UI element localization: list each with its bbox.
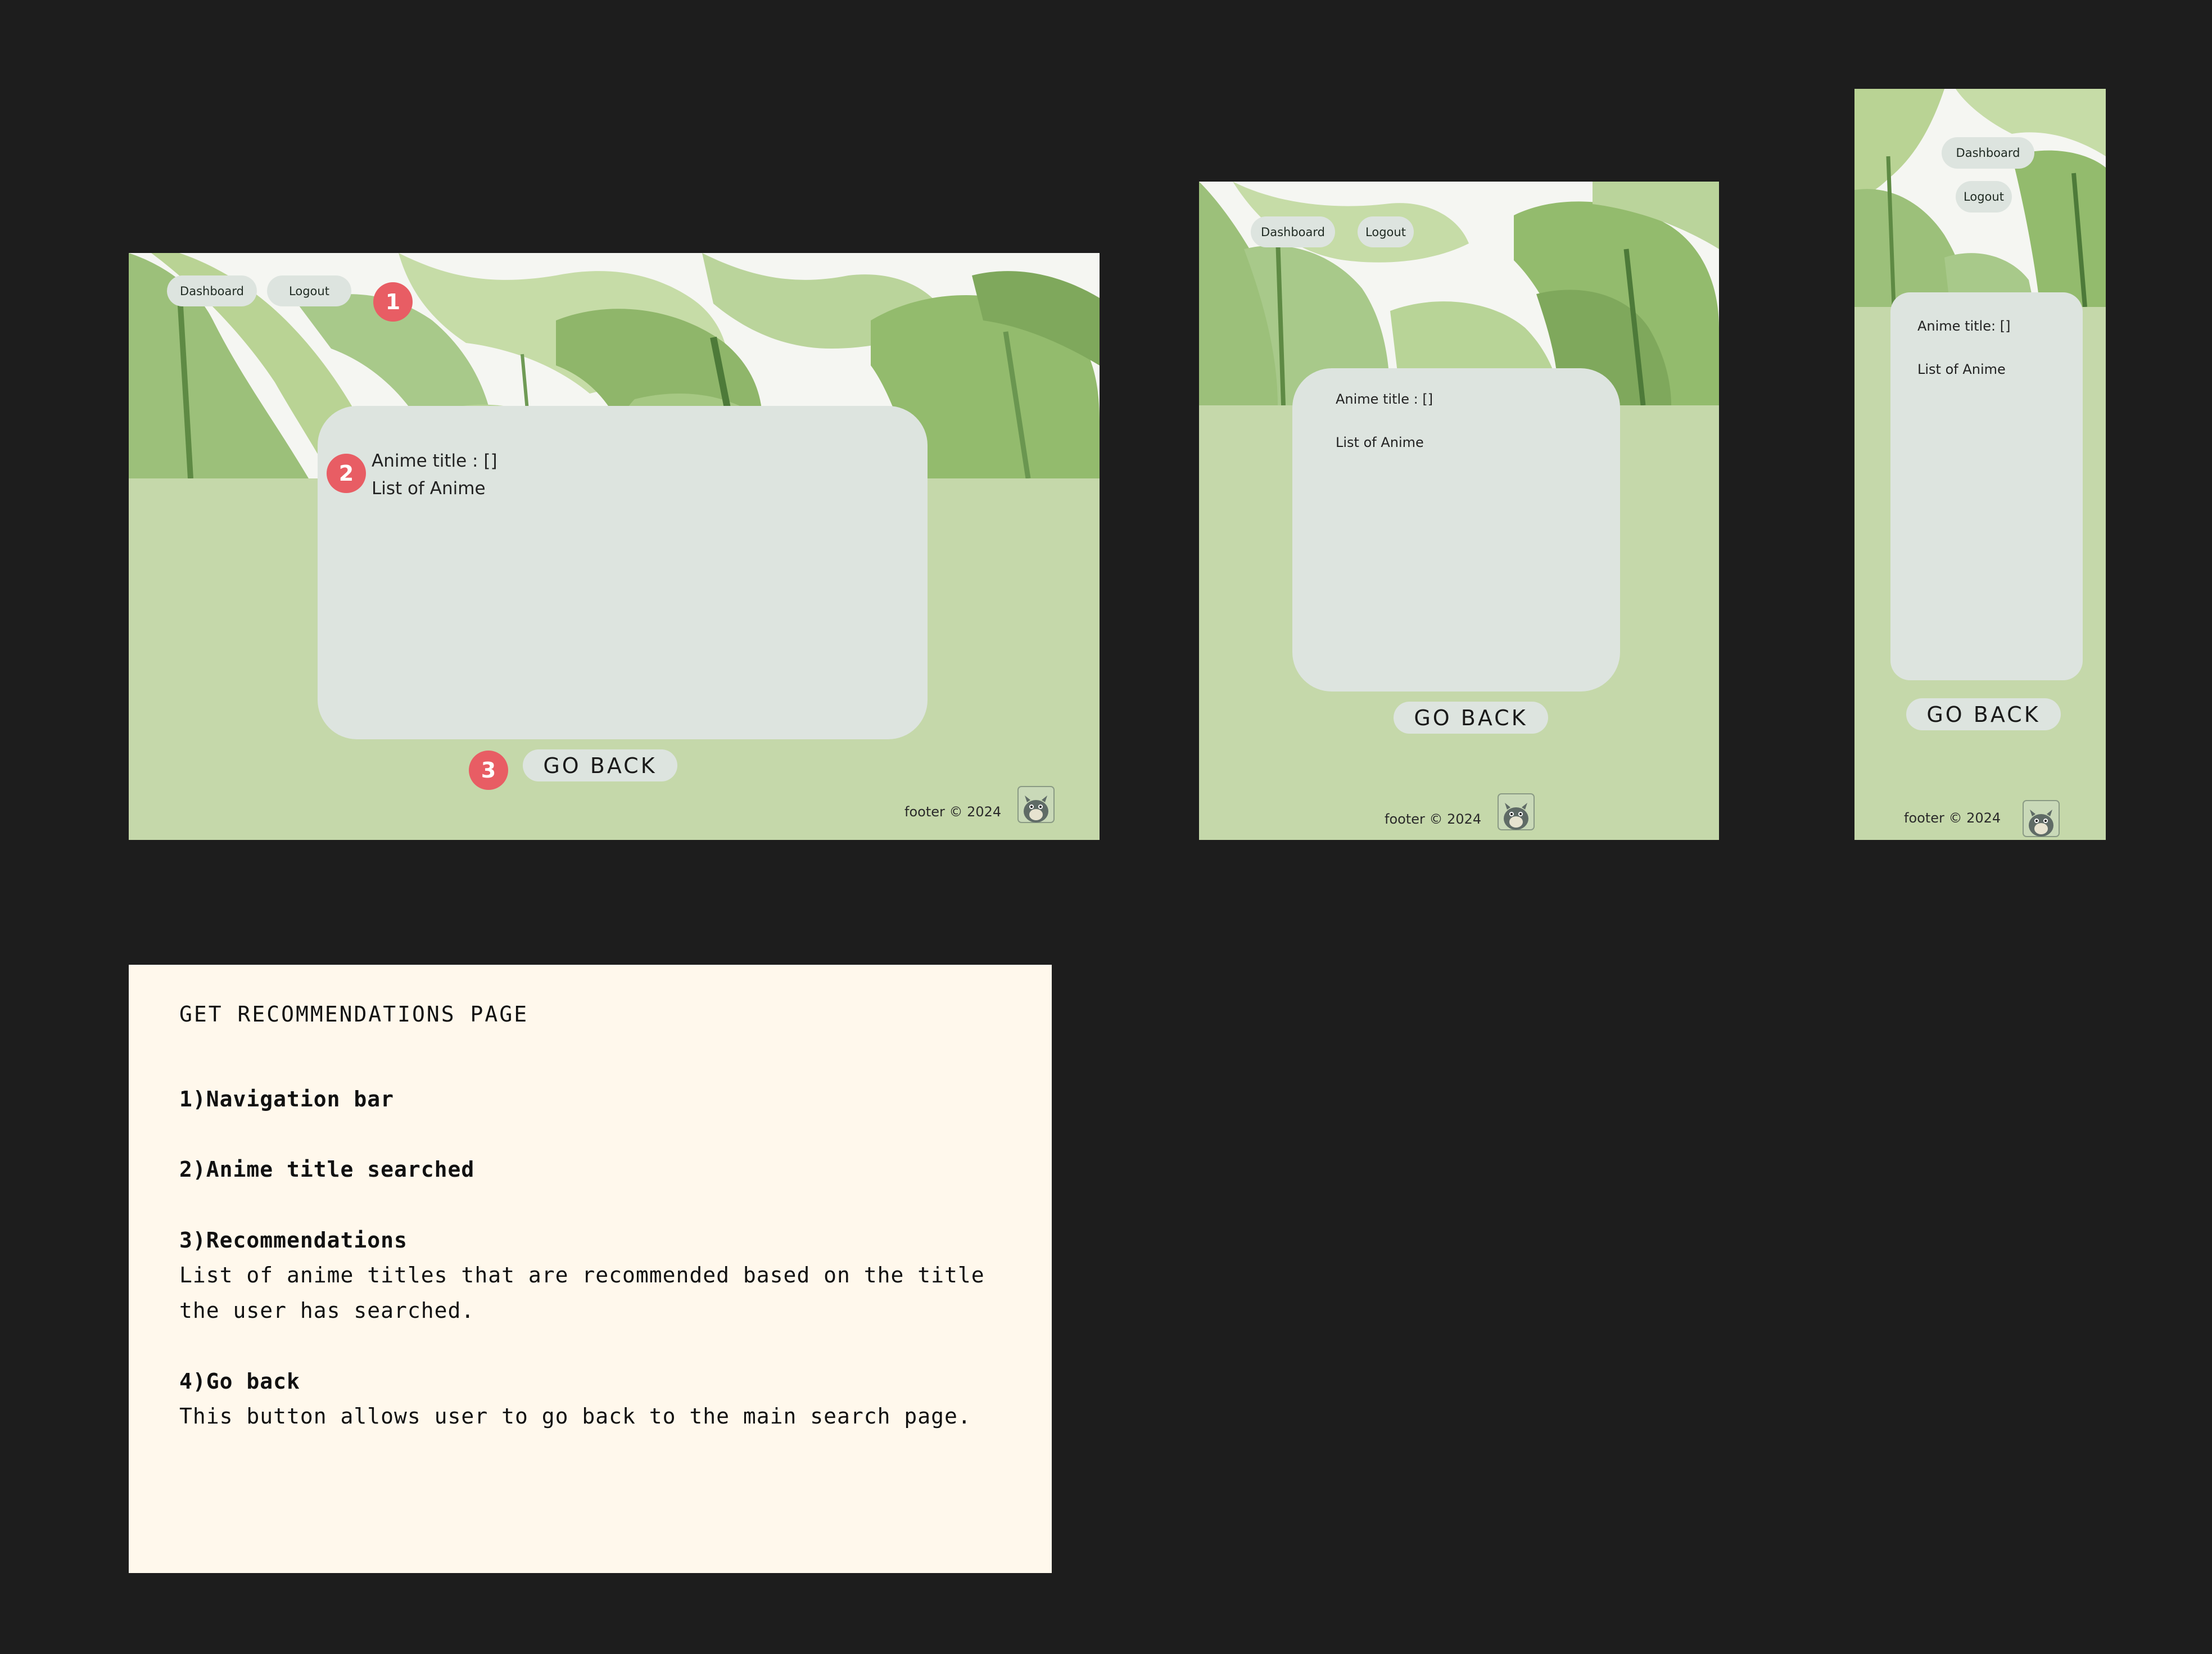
notes-item-heading: 1)Navigation bar <box>179 1087 395 1111</box>
footer-text: footer © 2024 <box>904 804 1002 820</box>
notes-panel: GET RECOMMENDATIONS PAGE 1)Navigation ba… <box>129 965 1052 1573</box>
notes-title: GET RECOMMENDATIONS PAGE <box>179 1002 529 1027</box>
desktop-frame: Dashboard Logout Anime title : [] List o… <box>129 253 1100 840</box>
notes-item-heading: 4)Go back <box>179 1369 300 1394</box>
nav-dashboard-button[interactable]: Dashboard <box>167 275 257 306</box>
footer-text: footer © 2024 <box>1904 810 2001 826</box>
mobile-frame: Dashboard Logout Anime title: [] List of… <box>1854 89 2106 840</box>
totoro-mascot-icon <box>1017 785 1055 824</box>
notes-item-heading: 2)Anime title searched <box>179 1157 475 1182</box>
totoro-mascot-icon <box>2022 798 2060 839</box>
notes-item-description: This button allows user to go back to th… <box>179 1404 971 1429</box>
anime-title-label: Anime title : [] <box>372 451 497 471</box>
footer-text: footer © 2024 <box>1385 811 1482 827</box>
anime-list-label: List of Anime <box>1336 435 1424 450</box>
nav-logout-button[interactable]: Logout <box>1358 216 1414 247</box>
nav-logout-button[interactable]: Logout <box>1956 181 2012 213</box>
annotation-marker-3: 3 <box>469 751 508 790</box>
notes-item-heading: 3)Recommendations <box>179 1228 408 1253</box>
tablet-frame: Dashboard Logout Anime title : [] List o… <box>1199 182 1719 840</box>
anime-title-label: Anime title: [] <box>1917 318 2011 334</box>
go-back-button[interactable]: GO BACK <box>1906 698 2061 730</box>
recommendations-card <box>1890 292 2083 680</box>
annotation-marker-2: 2 <box>327 454 366 493</box>
anime-list-label: List of Anime <box>372 478 486 499</box>
go-back-button[interactable]: GO BACK <box>1394 702 1548 734</box>
notes-item-description: List of anime titles that are recommende… <box>179 1263 985 1323</box>
nav-dashboard-button[interactable]: Dashboard <box>1251 216 1335 247</box>
anime-list-label: List of Anime <box>1917 361 2006 377</box>
annotation-marker-1: 1 <box>373 282 413 322</box>
nav-logout-button[interactable]: Logout <box>267 275 351 306</box>
totoro-mascot-icon <box>1497 792 1535 832</box>
recommendations-card <box>1292 368 1620 692</box>
nav-dashboard-button[interactable]: Dashboard <box>1942 137 2034 169</box>
anime-title-label: Anime title : [] <box>1336 391 1433 407</box>
go-back-button[interactable]: GO BACK <box>523 749 677 781</box>
